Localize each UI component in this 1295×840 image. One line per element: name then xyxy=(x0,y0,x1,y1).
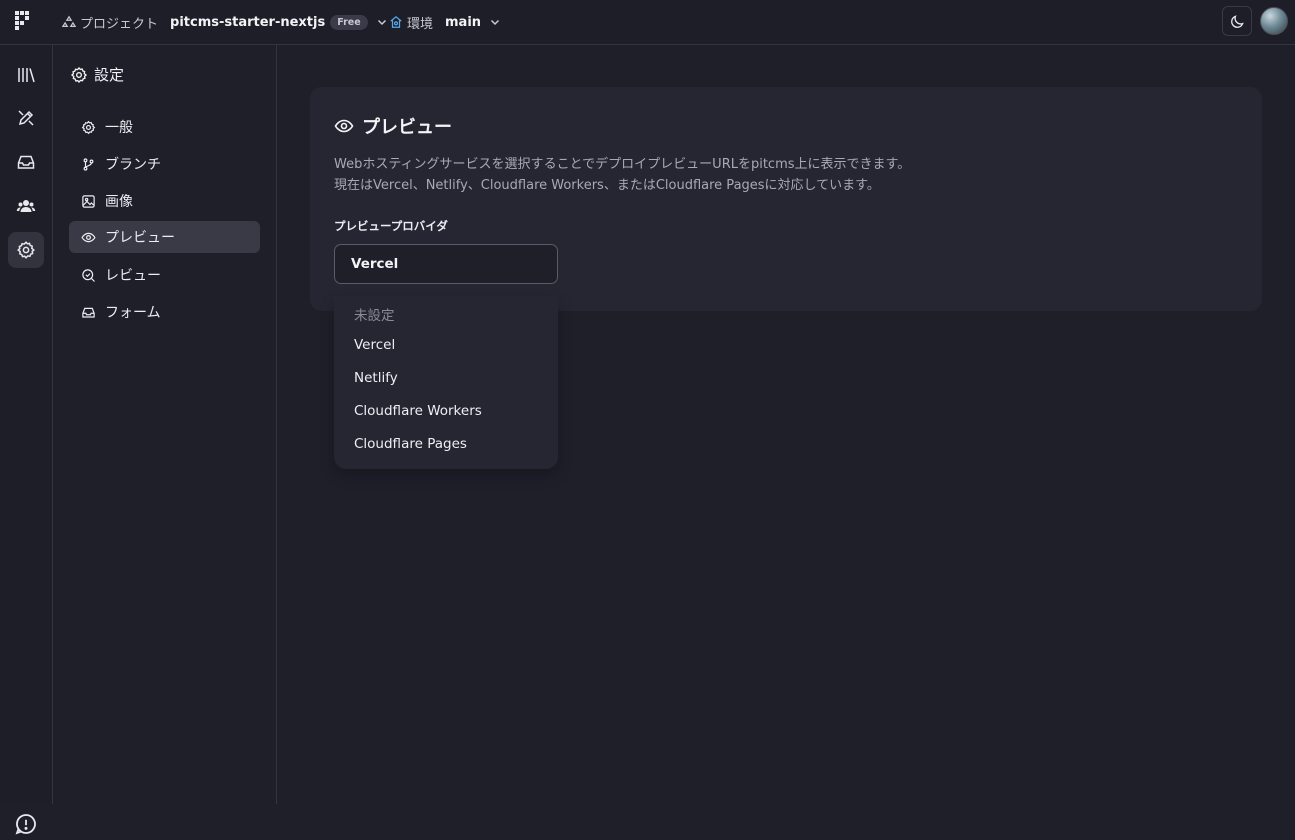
eye-icon xyxy=(81,232,96,242)
rail-inbox[interactable] xyxy=(8,144,44,180)
rail-library[interactable] xyxy=(8,57,44,93)
help-icon xyxy=(15,814,36,835)
project-icon xyxy=(62,15,76,27)
gear-icon xyxy=(81,120,96,134)
rail-help[interactable] xyxy=(14,812,38,836)
rail-design[interactable] xyxy=(8,100,44,136)
sidebar-item-review[interactable]: レビュー xyxy=(69,259,260,291)
environment-switcher[interactable]: 環境 main xyxy=(389,12,501,32)
avatar[interactable] xyxy=(1260,7,1288,35)
sidebar-item-general[interactable]: 一般 xyxy=(69,111,260,143)
sidebar-title-text: 設定 xyxy=(94,66,125,84)
environment-name[interactable]: main xyxy=(445,15,481,30)
inbox-icon xyxy=(17,155,35,169)
theme-toggle-button[interactable] xyxy=(1222,6,1252,36)
project-name[interactable]: pitcms-starter-nextjs xyxy=(170,15,325,30)
provider-select[interactable]: Vercel xyxy=(334,244,558,284)
image-icon xyxy=(82,194,95,208)
top-bar: プロジェクト pitcms-starter-nextjs Free 環境 mai… xyxy=(0,0,1295,45)
option-netlify[interactable]: Netlify xyxy=(354,370,398,386)
provider-field-label: プレビュープロバイダ xyxy=(334,219,448,233)
icon-rail xyxy=(0,45,53,835)
rail-settings[interactable] xyxy=(8,232,44,268)
users-icon xyxy=(16,200,36,212)
project-label: プロジェクト xyxy=(80,16,159,32)
design-icon xyxy=(18,110,34,126)
description-line-2: 現在はVercel、Netlify、Cloudflare Workers、または… xyxy=(334,178,880,193)
environment-label: 環境 xyxy=(407,16,434,32)
sidebar-item-preview[interactable]: プレビュー xyxy=(69,221,260,253)
sidebar-item-images[interactable]: 画像 xyxy=(69,185,260,217)
page-title-text: プレビュー xyxy=(362,117,452,138)
sidebar-item-branch[interactable]: ブランチ xyxy=(69,148,260,180)
chevron-down-icon[interactable] xyxy=(489,16,501,28)
plan-badge: Free xyxy=(330,14,368,30)
settings-sidebar: 設定 一般 ブランチ 画像 プレビュー レビュー フォーム xyxy=(53,45,277,804)
environment-icon xyxy=(390,15,402,28)
provider-selected-value: Vercel xyxy=(351,256,399,272)
inbox-icon xyxy=(82,307,95,318)
settings-icon xyxy=(17,241,35,259)
chevron-down-icon[interactable] xyxy=(376,16,388,28)
review-icon xyxy=(82,268,95,282)
logo-icon[interactable] xyxy=(15,11,33,33)
library-icon xyxy=(18,68,35,83)
moon-icon xyxy=(1230,14,1244,28)
project-switcher[interactable]: プロジェクト pitcms-starter-nextjs Free xyxy=(62,12,388,32)
sidebar-item-label: 画像 xyxy=(105,194,133,210)
eye-icon xyxy=(334,119,354,133)
sidebar-item-label: ブランチ xyxy=(105,157,161,173)
provider-dropdown-menu: 未設定 Vercel Netlify Cloudflare Workers Cl… xyxy=(334,296,558,469)
sidebar-item-form[interactable]: フォーム xyxy=(69,296,260,328)
description-line-1: Webホスティングサービスを選択することでデプロイプレビューURLをpitcms… xyxy=(334,157,911,172)
sidebar-item-label: フォーム xyxy=(105,305,161,321)
rail-users[interactable] xyxy=(8,188,44,224)
branch-icon xyxy=(83,157,94,171)
gear-icon xyxy=(70,66,88,83)
option-cloudflare-pages[interactable]: Cloudflare Pages xyxy=(354,436,467,452)
sidebar-item-label: プレビュー xyxy=(105,230,175,246)
description: Webホスティングサービスを選択することでデプロイプレビューURLをpitcms… xyxy=(334,154,910,196)
option-unset[interactable]: 未設定 xyxy=(354,304,395,324)
page-title: プレビュー xyxy=(334,113,452,139)
option-vercel[interactable]: Vercel xyxy=(354,337,395,353)
sidebar-title: 設定 xyxy=(70,64,124,85)
preview-settings-card: プレビュー Webホスティングサービスを選択することでデプロイプレビューURLを… xyxy=(310,87,1262,311)
sidebar-item-label: 一般 xyxy=(105,120,133,136)
option-cloudflare-workers[interactable]: Cloudflare Workers xyxy=(354,403,482,419)
sidebar-item-label: レビュー xyxy=(105,268,161,284)
